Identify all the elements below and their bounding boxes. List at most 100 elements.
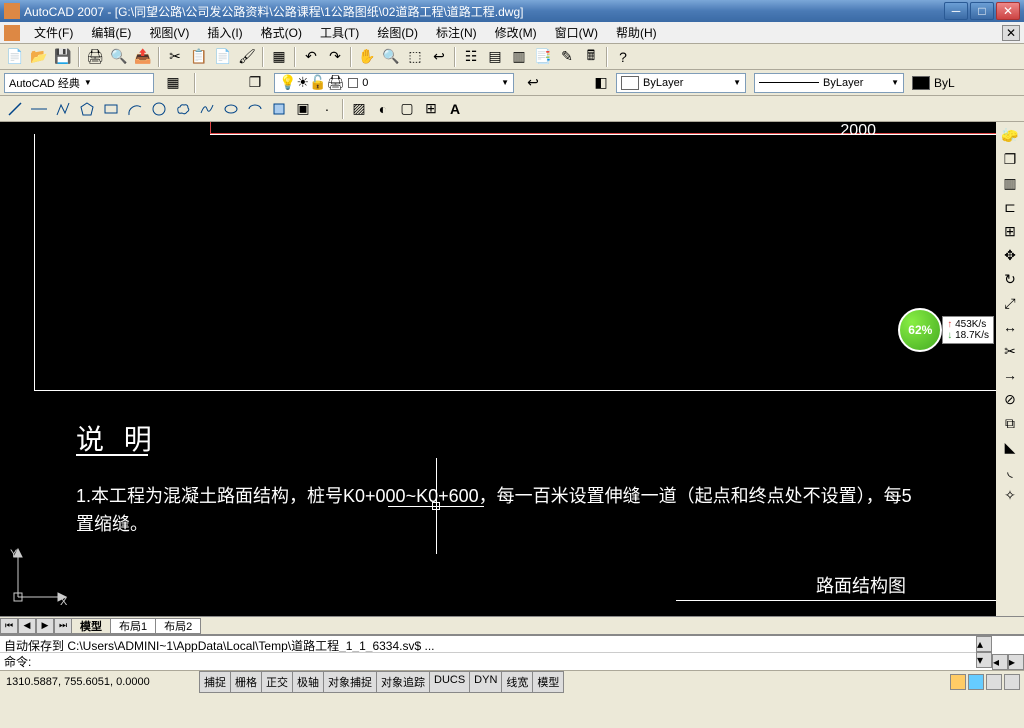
pline-button[interactable] — [52, 98, 74, 120]
menu-insert[interactable]: 插入(I) — [199, 22, 250, 43]
color-control-button[interactable]: ◧ — [590, 72, 612, 94]
menu-format[interactable]: 格式(O) — [253, 22, 310, 43]
preview-button[interactable]: 🔍 — [108, 46, 130, 68]
revcloud-button[interactable] — [172, 98, 194, 120]
polygon-button[interactable] — [76, 98, 98, 120]
command-input[interactable] — [35, 655, 972, 669]
tab-prev-button[interactable]: ◀ — [18, 618, 36, 634]
paste-button[interactable]: 📄 — [212, 46, 234, 68]
tray-icon2[interactable] — [968, 674, 984, 690]
properties-button[interactable]: ☷ — [460, 46, 482, 68]
print-button[interactable]: 🖨 — [84, 46, 106, 68]
maximize-button[interactable]: □ — [970, 2, 994, 20]
undo-button[interactable]: ↶ — [300, 46, 322, 68]
zoom-prev-button[interactable]: ↩ — [428, 46, 450, 68]
workspace-settings-button[interactable]: ▦ — [162, 72, 184, 94]
redo-button[interactable]: ↷ — [324, 46, 346, 68]
publish-button[interactable]: 📤 — [132, 46, 154, 68]
sheetset-button[interactable]: 📑 — [532, 46, 554, 68]
hatch-button[interactable]: ▨ — [348, 98, 370, 120]
region-button[interactable]: ▢ — [396, 98, 418, 120]
zoom-window-button[interactable]: ⬚ — [404, 46, 426, 68]
command-scroll-right[interactable]: ▸ — [1008, 654, 1024, 670]
pan-button[interactable]: ✋ — [356, 46, 378, 68]
linetype-combo[interactable]: ByLayer ▼ — [754, 73, 904, 93]
offset-button[interactable]: ⊏ — [999, 196, 1021, 218]
color-combo[interactable]: ByLayer ▼ — [616, 73, 746, 93]
tab-next-button[interactable]: ▶ — [36, 618, 54, 634]
lwt-toggle[interactable]: 线宽 — [501, 671, 533, 693]
explode-button[interactable]: ✧ — [999, 484, 1021, 506]
network-monitor[interactable]: 62% ↑ 453K/s ↓ 18.7K/s — [898, 308, 994, 352]
ellipse-arc-button[interactable] — [244, 98, 266, 120]
menu-modify[interactable]: 修改(M) — [487, 22, 545, 43]
make-block-button[interactable]: ▣ — [292, 98, 314, 120]
trim-button[interactable]: ✂ — [999, 340, 1021, 362]
tab-last-button[interactable]: ⏭ — [54, 618, 72, 634]
gradient-button[interactable]: ◐ — [372, 98, 394, 120]
tab-first-button[interactable]: ⏮ — [0, 618, 18, 634]
new-button[interactable]: 📄 — [4, 46, 26, 68]
insert-block-button[interactable] — [268, 98, 290, 120]
menu-help[interactable]: 帮助(H) — [608, 22, 665, 43]
cut-button[interactable]: ✂ — [164, 46, 186, 68]
menu-file[interactable]: 文件(F) — [26, 22, 81, 43]
open-button[interactable]: 📂 — [28, 46, 50, 68]
arc-button[interactable] — [124, 98, 146, 120]
move-button[interactable]: ✥ — [999, 244, 1021, 266]
osnap-toggle[interactable]: 对象捕捉 — [323, 671, 377, 693]
mtext-button[interactable]: A — [444, 98, 466, 120]
zoom-rt-button[interactable]: 🔍 — [380, 46, 402, 68]
mirror-button[interactable]: ▥ — [999, 172, 1021, 194]
menu-draw[interactable]: 绘图(D) — [369, 22, 426, 43]
point-button[interactable]: · — [316, 98, 338, 120]
menu-tools[interactable]: 工具(T) — [312, 22, 367, 43]
close-button[interactable]: ✕ — [996, 2, 1020, 20]
xline-button[interactable] — [28, 98, 50, 120]
circle-button[interactable] — [148, 98, 170, 120]
layer-manager-button[interactable]: ❐ — [244, 72, 266, 94]
coordinates[interactable]: 1310.5887, 755.6051, 0.0000 — [0, 676, 200, 688]
join-button[interactable]: ⧉ — [999, 412, 1021, 434]
toolpalette-button[interactable]: ▥ — [508, 46, 530, 68]
markup-button[interactable]: ✎ — [556, 46, 578, 68]
line-button[interactable] — [4, 98, 26, 120]
ducs-toggle[interactable]: DUCS — [429, 671, 470, 693]
layer-combo[interactable]: 💡 ☀ 🔓 🖨 0 ▼ — [274, 73, 514, 93]
stretch-button[interactable]: ↔ — [999, 316, 1021, 338]
snap-toggle[interactable]: 捕捉 — [199, 671, 231, 693]
document-close-button[interactable]: ✕ — [1002, 25, 1020, 41]
otrack-toggle[interactable]: 对象追踪 — [376, 671, 430, 693]
scale-button[interactable]: ⤢ — [999, 292, 1021, 314]
fillet-button[interactable]: ◟ — [999, 460, 1021, 482]
tray-icon3[interactable] — [986, 674, 1002, 690]
table-button[interactable]: ⊞ — [420, 98, 442, 120]
matchprop-button[interactable]: 🖌 — [236, 46, 258, 68]
menu-view[interactable]: 视图(V) — [141, 22, 197, 43]
copy-button[interactable]: 📋 — [188, 46, 210, 68]
tab-model[interactable]: 模型 — [71, 618, 111, 634]
workspace-combo[interactable]: AutoCAD 经典 ▼ — [4, 73, 154, 93]
tray-icon4[interactable] — [1004, 674, 1020, 690]
ellipse-button[interactable] — [220, 98, 242, 120]
save-button[interactable]: 💾 — [52, 46, 74, 68]
array-button[interactable]: ⊞ — [999, 220, 1021, 242]
rectangle-button[interactable] — [100, 98, 122, 120]
copy-obj-button[interactable]: ❐ — [999, 148, 1021, 170]
dyn-toggle[interactable]: DYN — [469, 671, 502, 693]
menu-edit[interactable]: 编辑(E) — [83, 22, 139, 43]
command-scroll-left[interactable]: ◂ — [992, 654, 1008, 670]
help-button[interactable]: ? — [612, 46, 634, 68]
drawing-canvas[interactable]: 2000 说 明 1.本工程为混凝土路面结构，桩号K0+000~K0+600，每… — [0, 122, 996, 616]
tab-layout1[interactable]: 布局1 — [110, 618, 156, 634]
polar-toggle[interactable]: 极轴 — [292, 671, 324, 693]
model-toggle[interactable]: 模型 — [532, 671, 564, 693]
menu-dimension[interactable]: 标注(N) — [428, 22, 485, 43]
layer-prev-button[interactable]: ↩ — [522, 72, 544, 94]
ortho-toggle[interactable]: 正交 — [261, 671, 293, 693]
extend-button[interactable]: → — [999, 364, 1021, 386]
app-menu-icon[interactable] — [4, 25, 20, 41]
spline-button[interactable] — [196, 98, 218, 120]
command-scroll[interactable]: ▴ ▾ — [976, 636, 992, 670]
minimize-button[interactable]: ─ — [944, 2, 968, 20]
